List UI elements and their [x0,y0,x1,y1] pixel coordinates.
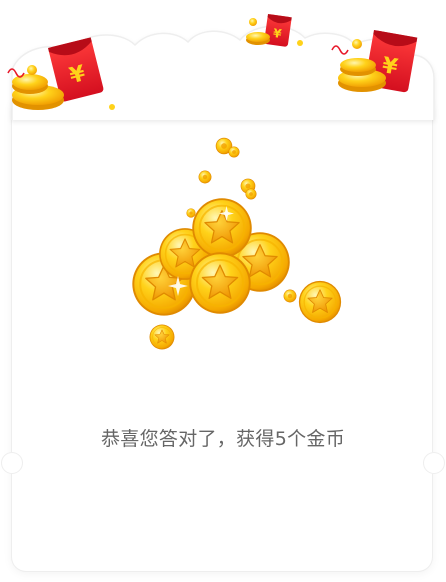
star-coin-icon [191,197,253,259]
reward-message: 恭喜您答对了，获得5个金币 [101,428,345,450]
small-coin-icon [198,170,212,184]
star-coin-cluster [131,137,342,350]
small-coin-icon [245,188,257,200]
small-coin-icon [283,289,297,303]
star-coin-icon [188,251,252,315]
reward-dialog: ¥ ¥ ¥ 恭喜您答对了，获得5个金币 [0,0,446,582]
star-coin-icon [298,280,342,324]
star-coin-icon [149,324,175,350]
small-coin-icon [186,208,196,218]
small-coin-icon [228,146,240,158]
